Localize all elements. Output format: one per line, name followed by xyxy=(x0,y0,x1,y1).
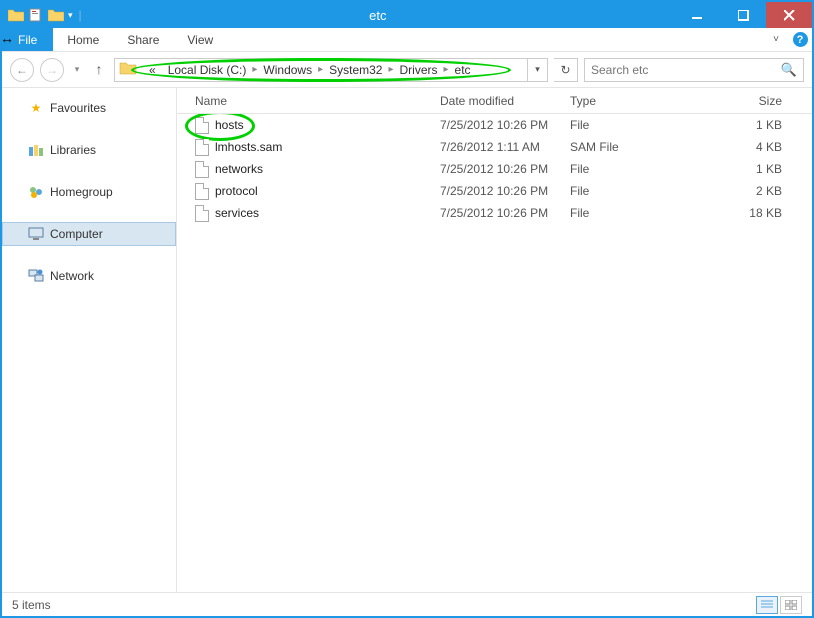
sidebar-item-label: Computer xyxy=(50,227,103,241)
main-area: ★ Favourites Libraries Homegroup xyxy=(2,88,812,592)
file-icon xyxy=(195,139,209,156)
file-list-area: Name Date modified Type Size hosts 7/25/… xyxy=(177,88,812,592)
help-button[interactable]: ? xyxy=(788,28,812,51)
history-dropdown-icon[interactable]: ▾ xyxy=(70,64,84,75)
file-date: 7/25/2012 10:26 PM xyxy=(432,118,562,132)
help-icon: ? xyxy=(793,32,808,47)
file-name: networks xyxy=(215,162,263,176)
titlebar: ▾ | etc xyxy=(2,2,812,28)
file-date: 7/25/2012 10:26 PM xyxy=(432,206,562,220)
file-type: File xyxy=(562,118,678,132)
explorer-window: ↔ ▾ | etc File Home Share View ˅ xyxy=(0,0,814,618)
tab-view[interactable]: View xyxy=(173,28,227,51)
file-date: 7/25/2012 10:26 PM xyxy=(432,162,562,176)
file-date: 7/26/2012 1:11 AM xyxy=(432,140,562,154)
refresh-button[interactable]: ↻ xyxy=(554,58,578,82)
file-icon xyxy=(195,161,209,178)
folder-icon xyxy=(119,60,139,80)
back-button[interactable]: ← xyxy=(10,58,34,82)
ribbon: File Home Share View ˅ ? xyxy=(2,28,812,52)
address-dropdown-icon[interactable]: ▾ xyxy=(527,59,547,81)
qat-dropdown-icon[interactable]: ▾ xyxy=(68,10,73,21)
icons-view-button[interactable] xyxy=(780,596,802,614)
breadcrumb-item[interactable]: Drivers xyxy=(394,59,444,81)
libraries-icon xyxy=(28,142,44,158)
column-type[interactable]: Type xyxy=(562,94,678,108)
sidebar: ★ Favourites Libraries Homegroup xyxy=(2,88,177,592)
sidebar-item-favourites[interactable]: ★ Favourites xyxy=(2,96,176,120)
details-view-button[interactable] xyxy=(756,596,778,614)
sidebar-item-libraries[interactable]: Libraries xyxy=(2,138,176,162)
column-size[interactable]: Size xyxy=(678,94,812,108)
network-icon xyxy=(28,268,44,284)
breadcrumb-overflow[interactable]: « xyxy=(143,59,162,81)
file-type: File xyxy=(562,162,678,176)
file-row[interactable]: networks 7/25/2012 10:26 PM File 1 KB xyxy=(177,158,812,180)
file-rows: hosts 7/25/2012 10:26 PM File 1 KB lmhos… xyxy=(177,114,812,592)
column-name[interactable]: Name xyxy=(177,94,432,108)
file-size: 1 KB xyxy=(678,118,812,132)
file-row[interactable]: hosts 7/25/2012 10:26 PM File 1 KB xyxy=(177,114,812,136)
sidebar-item-computer[interactable]: Computer xyxy=(2,222,176,246)
breadcrumb-item[interactable]: etc xyxy=(449,59,477,81)
sidebar-item-label: Favourites xyxy=(50,101,106,115)
file-name: protocol xyxy=(215,184,258,198)
computer-icon xyxy=(28,226,44,242)
column-date[interactable]: Date modified xyxy=(432,94,562,108)
breadcrumb-item[interactable]: System32 xyxy=(323,59,388,81)
folder-open-icon[interactable] xyxy=(48,7,64,23)
sidebar-item-homegroup[interactable]: Homegroup xyxy=(2,180,176,204)
file-name: hosts xyxy=(215,118,244,132)
file-name: services xyxy=(215,206,259,220)
file-date: 7/25/2012 10:26 PM xyxy=(432,184,562,198)
file-name: lmhosts.sam xyxy=(215,140,282,154)
file-size: 4 KB xyxy=(678,140,812,154)
item-count: 5 items xyxy=(12,598,51,612)
tab-home[interactable]: Home xyxy=(53,28,113,51)
maximize-button[interactable] xyxy=(720,2,766,28)
file-type: File xyxy=(562,206,678,220)
sidebar-item-label: Homegroup xyxy=(50,185,113,199)
tab-share[interactable]: Share xyxy=(113,28,173,51)
sidebar-item-label: Network xyxy=(50,269,94,283)
file-size: 1 KB xyxy=(678,162,812,176)
file-tab[interactable]: File xyxy=(2,28,53,51)
sidebar-item-network[interactable]: Network xyxy=(2,264,176,288)
search-input[interactable] xyxy=(591,63,781,77)
breadcrumb-item[interactable]: Windows xyxy=(257,59,318,81)
address-bar[interactable]: « Local Disk (C:) ▸ Windows ▸ System32 ▸… xyxy=(114,58,548,82)
column-headers: Name Date modified Type Size xyxy=(177,88,812,114)
file-type: SAM File xyxy=(562,140,678,154)
homegroup-icon xyxy=(28,184,44,200)
file-icon xyxy=(195,183,209,200)
file-row[interactable]: protocol 7/25/2012 10:26 PM File 2 KB xyxy=(177,180,812,202)
expand-ribbon-icon[interactable]: ˅ xyxy=(764,28,788,51)
star-icon: ★ xyxy=(28,100,44,116)
status-bar: 5 items xyxy=(2,592,812,616)
close-button[interactable] xyxy=(766,2,812,28)
forward-button[interactable]: → xyxy=(40,58,64,82)
file-icon xyxy=(195,117,209,134)
folder-icon xyxy=(8,7,24,23)
sidebar-item-label: Libraries xyxy=(50,143,96,157)
minimize-button[interactable] xyxy=(674,2,720,28)
window-title: etc xyxy=(82,8,674,23)
file-row[interactable]: lmhosts.sam 7/26/2012 1:11 AM SAM File 4… xyxy=(177,136,812,158)
file-type: File xyxy=(562,184,678,198)
up-button[interactable]: ↑ xyxy=(90,61,108,79)
file-row[interactable]: services 7/25/2012 10:26 PM File 18 KB xyxy=(177,202,812,224)
breadcrumb-item[interactable]: Local Disk (C:) xyxy=(162,59,253,81)
file-size: 2 KB xyxy=(678,184,812,198)
navbar: ← → ▾ ↑ « Local Disk (C:) ▸ Windows ▸ Sy… xyxy=(2,52,812,88)
properties-icon[interactable] xyxy=(28,7,44,23)
search-box[interactable]: 🔍 xyxy=(584,58,804,82)
file-size: 18 KB xyxy=(678,206,812,220)
file-icon xyxy=(195,205,209,222)
search-icon: 🔍 xyxy=(781,62,797,78)
